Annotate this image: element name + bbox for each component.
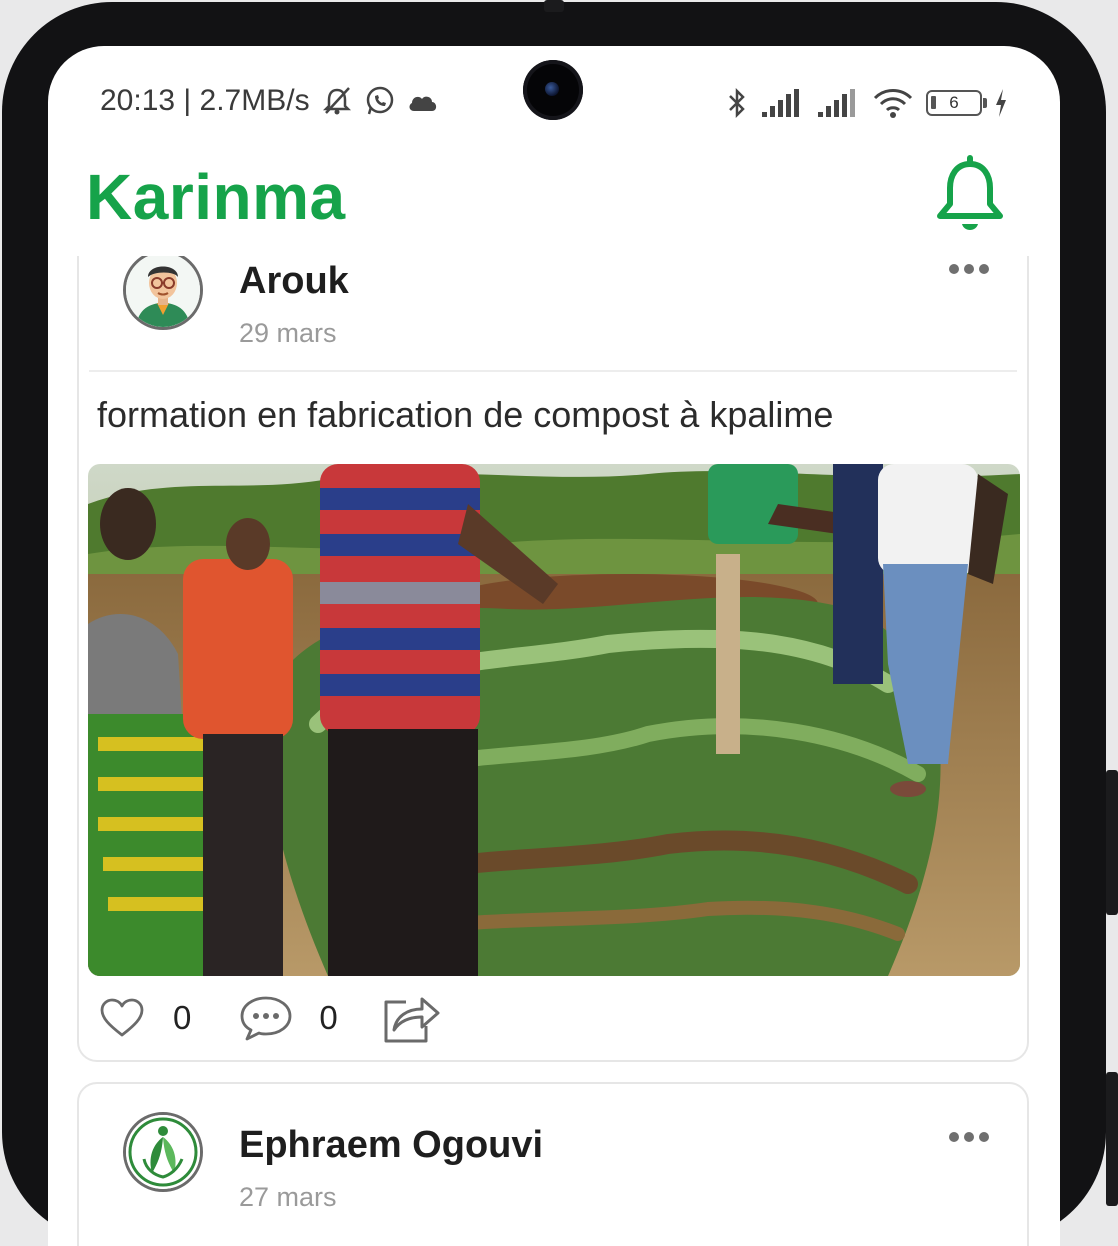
leaf-logo-avatar-icon <box>126 1115 200 1189</box>
like-count: 0 <box>173 999 192 1036</box>
signal-icon <box>762 89 799 117</box>
post-author[interactable]: Arouk <box>239 260 349 303</box>
post-card: Arouk 29 mars formation en fabrication d… <box>77 206 1029 1062</box>
post-author[interactable]: Ephraem Ogouvi <box>239 1124 543 1167</box>
comment-count: 0 <box>319 999 338 1036</box>
phone-screen: 20:13 | 2.7MB/s 6 Karinma Arouk 29 mars … <box>48 46 1060 1246</box>
comment-button[interactable]: 0 <box>239 995 338 1041</box>
battery-level: 6 <box>949 93 959 112</box>
post-date: 29 mars <box>239 318 337 348</box>
wifi-icon <box>873 89 913 118</box>
status-bar: 20:13 | 2.7MB/s 6 <box>48 82 1060 128</box>
volume-button <box>1106 770 1118 915</box>
compost-training-photo <box>88 464 1020 976</box>
signal-icon <box>818 89 855 117</box>
post-text: formation en fabrication de compost à kp… <box>97 394 834 435</box>
heart-icon <box>100 998 144 1037</box>
top-antenna <box>544 0 564 12</box>
like-button[interactable]: 0 <box>99 998 191 1038</box>
status-left: 20:13 | 2.7MB/s <box>100 84 440 118</box>
post-card: Ephraem Ogouvi 27 mars <box>77 1082 1029 1246</box>
more-options-icon[interactable] <box>949 1132 989 1142</box>
post-date: 27 mars <box>239 1182 337 1212</box>
cartoon-avatar-icon <box>126 253 200 327</box>
app-brand[interactable]: Karinma <box>86 160 346 234</box>
author-avatar[interactable] <box>123 1112 203 1192</box>
more-options-icon[interactable] <box>949 264 989 274</box>
power-button <box>1106 1072 1118 1206</box>
bell-icon[interactable] <box>934 152 1006 236</box>
post-divider <box>89 370 1017 372</box>
share-icon[interactable] <box>382 992 442 1044</box>
app-header: Karinma <box>48 146 1060 256</box>
status-right: 6 <box>726 86 1008 120</box>
bluetooth-icon <box>729 87 745 119</box>
comment-icon <box>240 996 292 1041</box>
battery-icon: 6 <box>926 90 987 116</box>
whatsapp-icon <box>366 86 393 115</box>
cloud-icon <box>409 96 436 111</box>
post-actions: 0 0 <box>99 992 442 1044</box>
post-photo[interactable] <box>88 464 1020 976</box>
status-time-speed: 20:13 | 2.7MB/s <box>100 84 310 117</box>
mute-icon <box>322 87 351 115</box>
author-avatar[interactable] <box>123 250 203 330</box>
charging-icon <box>996 89 1006 117</box>
